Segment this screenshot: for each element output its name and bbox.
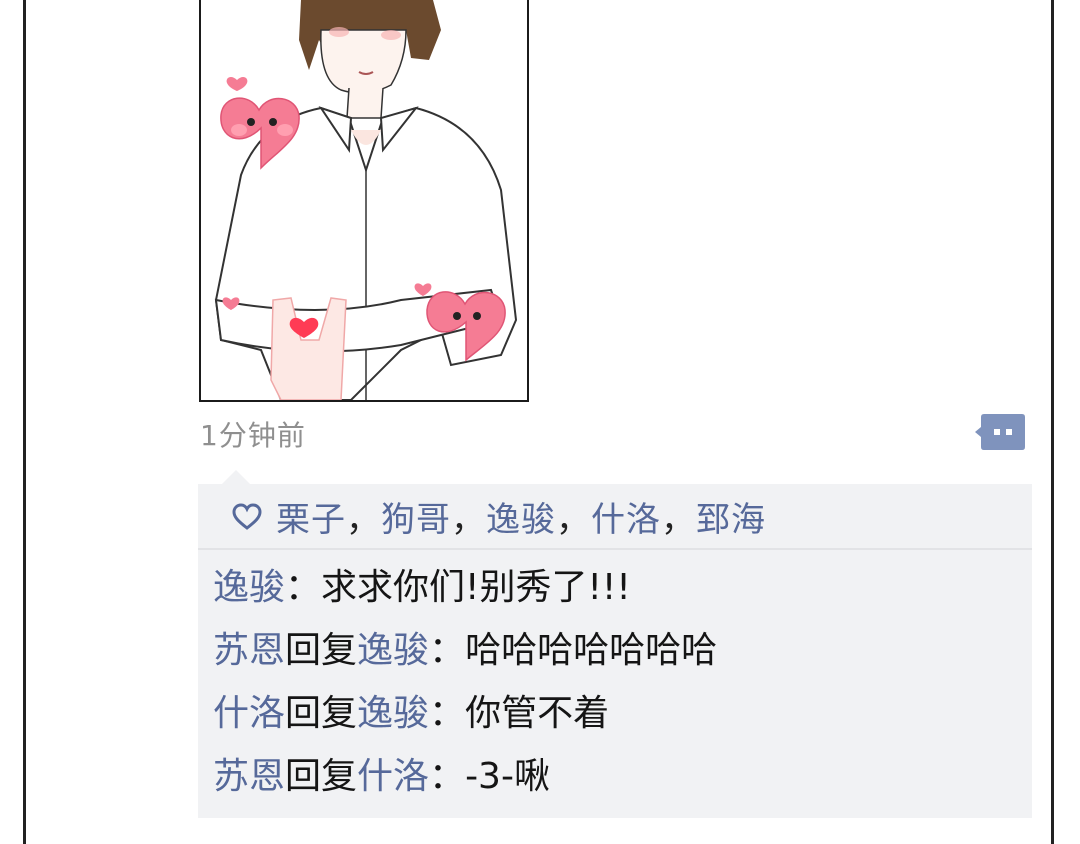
post-timestamp: 1分钟前 [200, 419, 306, 452]
comment-text: 你管不着 [465, 693, 610, 734]
heart-outline-icon [232, 503, 262, 530]
comment-reply-to[interactable]: 逸骏 [357, 693, 429, 734]
comment-bubble-icon[interactable] [974, 412, 1026, 452]
like-name[interactable]: 什洛 [591, 500, 661, 540]
like-name[interactable]: 栗子 [276, 500, 346, 540]
likes-list: 栗子，狗哥，逸骏，什洛，郅海 [276, 499, 766, 540]
comment-author[interactable]: 苏恩 [213, 756, 285, 797]
comment-author[interactable]: 什洛 [213, 693, 285, 734]
moments-post-page: 1分钟前 栗子，狗哥，逸骏，什洛，郅海 逸骏：求求你们!别秀了!!! 苏恩回复逸… [0, 0, 1080, 844]
comment-item[interactable]: 什洛回复逸骏：你管不着 [213, 688, 717, 751]
comment-text: 求求你们!别秀了!!! [321, 567, 631, 608]
like-name[interactable]: 逸骏 [486, 500, 556, 540]
likes-row: 栗子，狗哥，逸骏，什洛，郅海 [198, 484, 1032, 550]
comment-item[interactable]: 苏恩回复逸骏：哈哈哈哈哈哈哈 [213, 625, 717, 688]
comment-reply-to[interactable]: 什洛 [357, 756, 429, 797]
comment-section: 栗子，狗哥，逸骏，什洛，郅海 逸骏：求求你们!别秀了!!! 苏恩回复逸骏：哈哈哈… [198, 470, 1032, 818]
comment-text: 哈哈哈哈哈哈哈 [465, 630, 718, 671]
comment-author[interactable]: 苏恩 [213, 630, 285, 671]
comment-item[interactable]: 苏恩回复什洛：-3-啾 [213, 751, 717, 814]
like-name[interactable]: 狗哥 [381, 500, 451, 540]
like-name[interactable]: 郅海 [696, 500, 766, 540]
comment-reply-to[interactable]: 逸骏 [357, 630, 429, 671]
comment-text: -3-啾 [465, 756, 550, 797]
illustration [214, 0, 518, 400]
comment-item[interactable]: 逸骏：求求你们!别秀了!!! [213, 562, 717, 625]
comment-list: 逸骏：求求你们!别秀了!!! 苏恩回复逸骏：哈哈哈哈哈哈哈 什洛回复逸骏：你管不… [213, 562, 717, 814]
comment-author[interactable]: 逸骏 [213, 567, 285, 608]
post-image[interactable] [199, 0, 529, 402]
